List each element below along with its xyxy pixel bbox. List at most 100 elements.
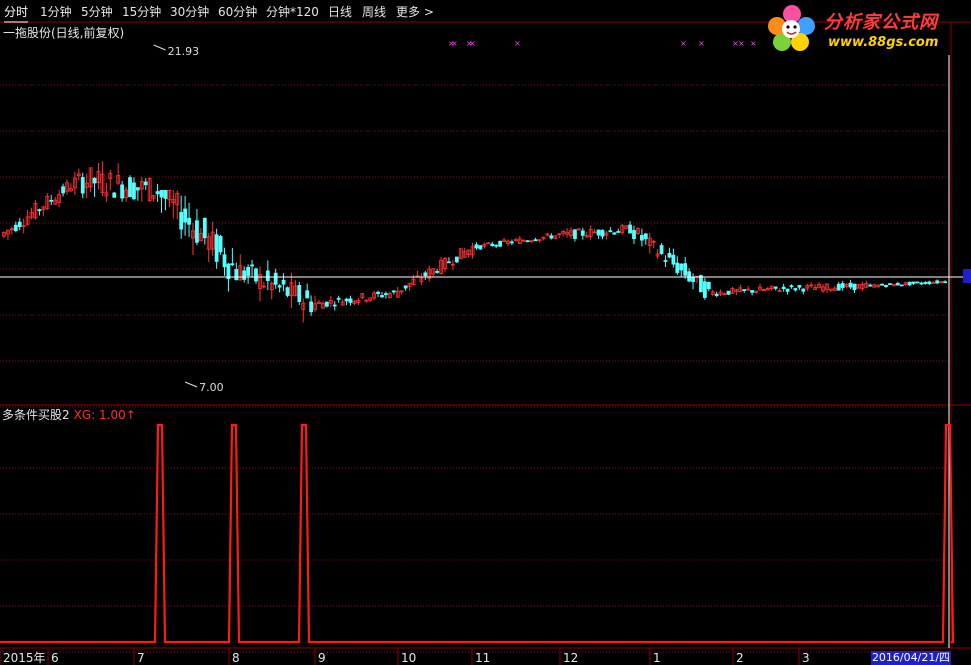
candle-body — [943, 281, 947, 284]
candle-body — [600, 229, 605, 237]
date-display: 2016/04/21/四 — [871, 651, 951, 665]
candle-body — [706, 281, 711, 290]
candle-body — [868, 284, 873, 287]
candle-body — [37, 209, 42, 212]
event-marker: × — [738, 39, 745, 48]
candle-body — [254, 268, 258, 282]
candle-body — [214, 234, 219, 262]
candle-body — [935, 280, 940, 284]
candle-body — [628, 224, 632, 234]
candle-body — [376, 291, 380, 295]
candle-body — [195, 220, 199, 243]
candle-body — [309, 301, 314, 313]
candle-body — [155, 191, 160, 195]
candle-body — [277, 285, 282, 288]
candle-body — [781, 286, 786, 290]
candle-body — [573, 229, 577, 239]
candle-body — [840, 283, 845, 289]
candle-body — [667, 252, 672, 258]
candle-body — [305, 290, 310, 299]
candle-body — [884, 285, 888, 287]
candle-body — [230, 263, 235, 266]
candle-body — [525, 240, 530, 243]
logo-brand: 分析家公式网 — [824, 12, 938, 33]
xg-signal-line — [0, 423, 955, 644]
candle-group — [2, 161, 947, 323]
kline-chart[interactable]: 21.937.00×× ×× × × × × × ×2015年 6 7 8 9 10 11 12 1 2 3 — [0, 0, 971, 665]
x-axis-tick-label: 1 — [653, 651, 661, 665]
candle-body — [836, 283, 841, 291]
xg-value: XG: 1.00 — [73, 408, 126, 422]
candle-body — [17, 221, 22, 228]
candle-body — [435, 271, 440, 273]
candle-body — [750, 290, 755, 293]
candle-body — [490, 243, 495, 247]
candle-body — [789, 285, 794, 288]
candle-body — [691, 276, 695, 283]
candle-body — [632, 230, 636, 240]
low-price-label: 7.00 — [199, 381, 224, 394]
candle-body — [92, 177, 97, 184]
site-logo: 分析家公式网 www.88gs.com — [766, 2, 971, 58]
candle-body — [643, 233, 648, 240]
candle-body — [596, 229, 601, 236]
candle-body — [498, 240, 503, 247]
event-marker: × — [451, 39, 458, 48]
x-axis-tick-label: 9 — [318, 651, 326, 665]
x-axis-tick-label: 3 — [802, 651, 810, 665]
candle-body — [454, 256, 459, 263]
candle-body — [848, 282, 853, 288]
candle-body — [683, 263, 688, 276]
candle-body — [132, 182, 136, 200]
candle-body — [899, 284, 904, 287]
x-axis-tick-label: 6 — [51, 651, 59, 665]
candle-body — [616, 231, 621, 233]
candle-body — [510, 241, 514, 244]
high-price-label: 21.93 — [168, 45, 200, 58]
candle-body — [218, 236, 223, 253]
candle-body — [663, 260, 668, 262]
candle-body — [927, 281, 932, 285]
candle-body — [250, 264, 254, 267]
candle-body — [474, 244, 479, 249]
event-marker: × — [680, 39, 687, 48]
candle-body — [923, 282, 928, 284]
candle-body — [533, 239, 538, 242]
x-axis-tick-label: 10 — [401, 651, 416, 665]
candle-body — [478, 245, 483, 250]
candle-body — [915, 281, 920, 284]
candle-body — [612, 232, 617, 235]
candle-body — [671, 254, 676, 265]
x-axis-tick-label: 12 — [563, 651, 578, 665]
candle-body — [852, 283, 857, 291]
candle-body — [336, 297, 341, 300]
event-marker: × — [750, 39, 757, 48]
candle-body — [143, 181, 148, 186]
candle-body — [112, 192, 117, 198]
candle-body — [742, 289, 747, 292]
candle-body — [13, 224, 18, 232]
candle-body — [187, 217, 191, 225]
candle-body — [159, 190, 164, 198]
candle-body — [120, 184, 125, 199]
candle-body — [714, 293, 719, 297]
indicator-name: 多条件买股2 — [2, 408, 70, 422]
candle-body — [726, 290, 731, 295]
crosshair-price-tag — [963, 268, 971, 283]
candle-body — [423, 272, 428, 277]
candle-body — [687, 271, 692, 282]
candle-body — [702, 281, 707, 298]
candle-body — [699, 275, 703, 293]
candle-body — [494, 244, 499, 247]
candle-body — [226, 263, 231, 280]
candle-body — [380, 295, 384, 298]
flower-logo-icon — [768, 5, 815, 51]
x-axis-tick-label: 2 — [736, 651, 744, 665]
x-axis-tick-label: 2015年 — [3, 651, 46, 665]
candle-body — [324, 301, 329, 307]
x-axis-tick-label: 11 — [475, 651, 490, 665]
candle-body — [888, 283, 892, 286]
candle-body — [608, 230, 613, 233]
candle-body — [907, 281, 912, 286]
candle-body — [265, 270, 270, 282]
